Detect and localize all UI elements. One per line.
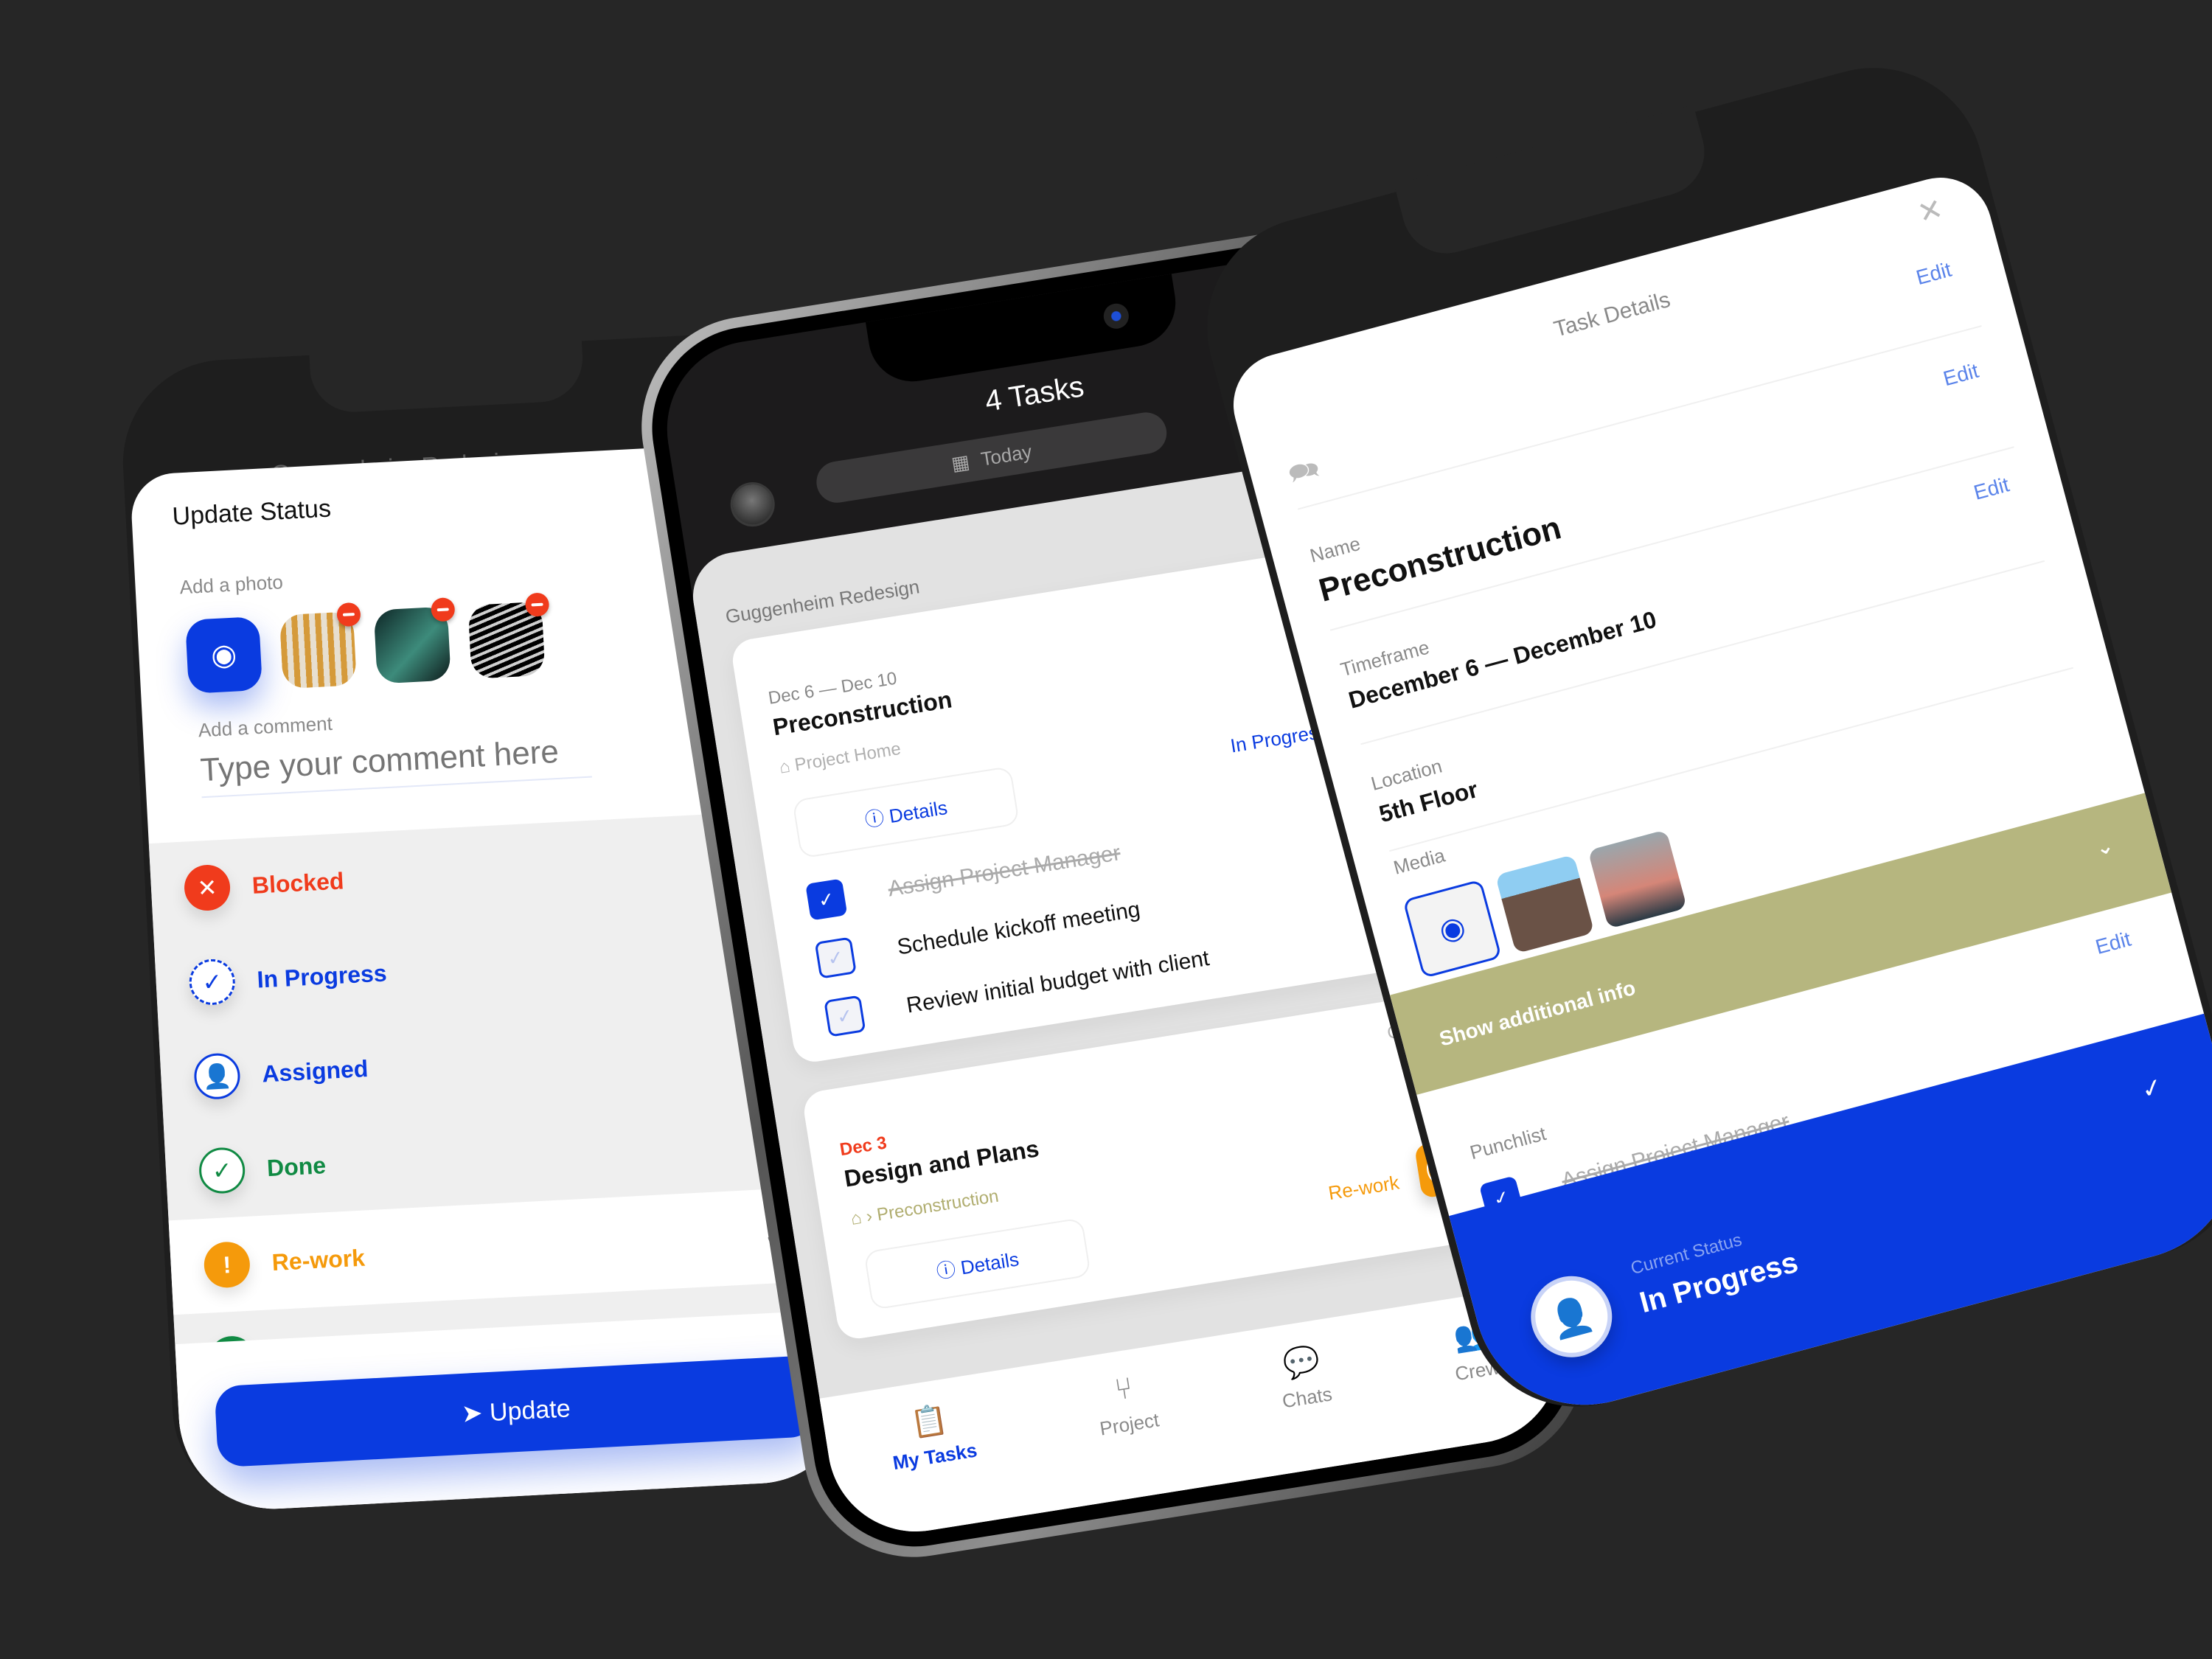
media-thumbnail[interactable] bbox=[1495, 854, 1595, 954]
task-breadcrumb: ⌂ Project Home bbox=[777, 738, 902, 778]
send-icon: ➤ bbox=[461, 1399, 484, 1428]
field-label: Name bbox=[1307, 532, 1363, 567]
sheet-title: Update Status bbox=[171, 494, 332, 531]
media-thumbnail[interactable] bbox=[1587, 830, 1688, 929]
info-icon: ⓘ bbox=[934, 1257, 958, 1283]
branch-icon: ⑂ bbox=[1112, 1371, 1135, 1407]
edit-link[interactable]: Edit bbox=[1941, 359, 1981, 391]
home-icon: ⌂ bbox=[849, 1208, 863, 1229]
photo-thumbnail[interactable] bbox=[467, 592, 550, 679]
photo-thumbnail[interactable] bbox=[373, 597, 456, 684]
status-option-label: In Progress bbox=[256, 959, 388, 993]
date-filter-label: Today bbox=[979, 439, 1034, 470]
tab-chats[interactable]: 💬 Chats bbox=[1274, 1341, 1343, 1473]
remove-photo-icon[interactable] bbox=[430, 597, 456, 622]
status-option-label: Blocked bbox=[251, 866, 345, 899]
chat-icon: 💬 bbox=[1281, 1343, 1323, 1382]
status-option-label: Done bbox=[266, 1151, 327, 1181]
tab-project[interactable]: ⑂ Project bbox=[1092, 1368, 1171, 1502]
current-status-bar[interactable]: ✓ 👤 Current Status In Progress bbox=[1449, 1013, 2212, 1430]
checklist-item-text: Schedule kickoff meeting bbox=[895, 897, 1142, 960]
calendar-icon: ▦ bbox=[950, 450, 971, 475]
mockup-stage: Guggenheim Redesign Switch project ⌕ Upd… bbox=[0, 0, 2212, 1659]
photo-row: ◉ bbox=[185, 592, 550, 694]
person-icon: 👤 bbox=[192, 1052, 242, 1101]
x-circle-icon: ✕ bbox=[183, 863, 232, 912]
camera-icon: ◉ bbox=[210, 638, 238, 672]
task-date-overdue: Dec 3 bbox=[838, 1133, 888, 1161]
check-circle-icon: ✓ bbox=[198, 1146, 246, 1195]
front-camera bbox=[1102, 302, 1131, 331]
tab-my-tasks[interactable]: 📋 My Tasks bbox=[885, 1397, 988, 1534]
status-option-label: Assigned bbox=[261, 1054, 369, 1087]
camera-icon: ◉ bbox=[1436, 909, 1470, 948]
checkbox[interactable]: ✓ bbox=[805, 878, 848, 921]
info-icon: ⓘ bbox=[863, 806, 886, 831]
details-button[interactable]: ⓘ Details bbox=[863, 1217, 1091, 1311]
edit-link[interactable]: Edit bbox=[1913, 258, 1954, 290]
punchlist-label: Punchlist bbox=[1467, 1121, 1548, 1164]
add-media-button[interactable]: ◉ bbox=[1402, 879, 1502, 979]
add-photo-label: Add a photo bbox=[178, 571, 284, 599]
checklist-item-text: Assign Project Manager bbox=[886, 841, 1122, 902]
add-comment-label: Add a comment bbox=[198, 712, 333, 742]
comment-input[interactable] bbox=[199, 731, 592, 799]
chevron-down-icon: ✓ bbox=[2138, 1072, 2166, 1105]
home-icon: ⌂ bbox=[777, 756, 792, 778]
chevron-down-icon: ⌄ bbox=[2093, 833, 2116, 860]
task-status-label: Re-work bbox=[1326, 1171, 1401, 1205]
person-icon: 👤 bbox=[1521, 1267, 1621, 1367]
edit-link[interactable]: Edit bbox=[2093, 928, 2134, 959]
status-option-label: Re-work bbox=[271, 1244, 366, 1276]
exclamation-icon: ! bbox=[203, 1240, 251, 1289]
details-button[interactable]: ⓘ Details bbox=[792, 765, 1020, 859]
checkbox[interactable]: ✓ bbox=[814, 936, 857, 979]
add-photo-button[interactable]: ◉ bbox=[185, 616, 263, 694]
update-button-label: Update bbox=[489, 1394, 571, 1427]
remove-photo-icon[interactable] bbox=[336, 602, 361, 627]
task-breadcrumb: ⌂ › Preconstruction bbox=[849, 1186, 1001, 1229]
remove-photo-icon[interactable] bbox=[524, 592, 550, 617]
photo-thumbnail[interactable] bbox=[279, 602, 361, 689]
avatar[interactable] bbox=[727, 479, 779, 530]
chat-icon[interactable]: 🗪 bbox=[1284, 451, 1326, 499]
clipboard-icon: 📋 bbox=[908, 1402, 950, 1441]
progress-check-icon: ✓ bbox=[188, 958, 237, 1006]
edit-link[interactable]: Edit bbox=[1972, 473, 2012, 504]
checkbox[interactable]: ✓ bbox=[824, 995, 866, 1037]
